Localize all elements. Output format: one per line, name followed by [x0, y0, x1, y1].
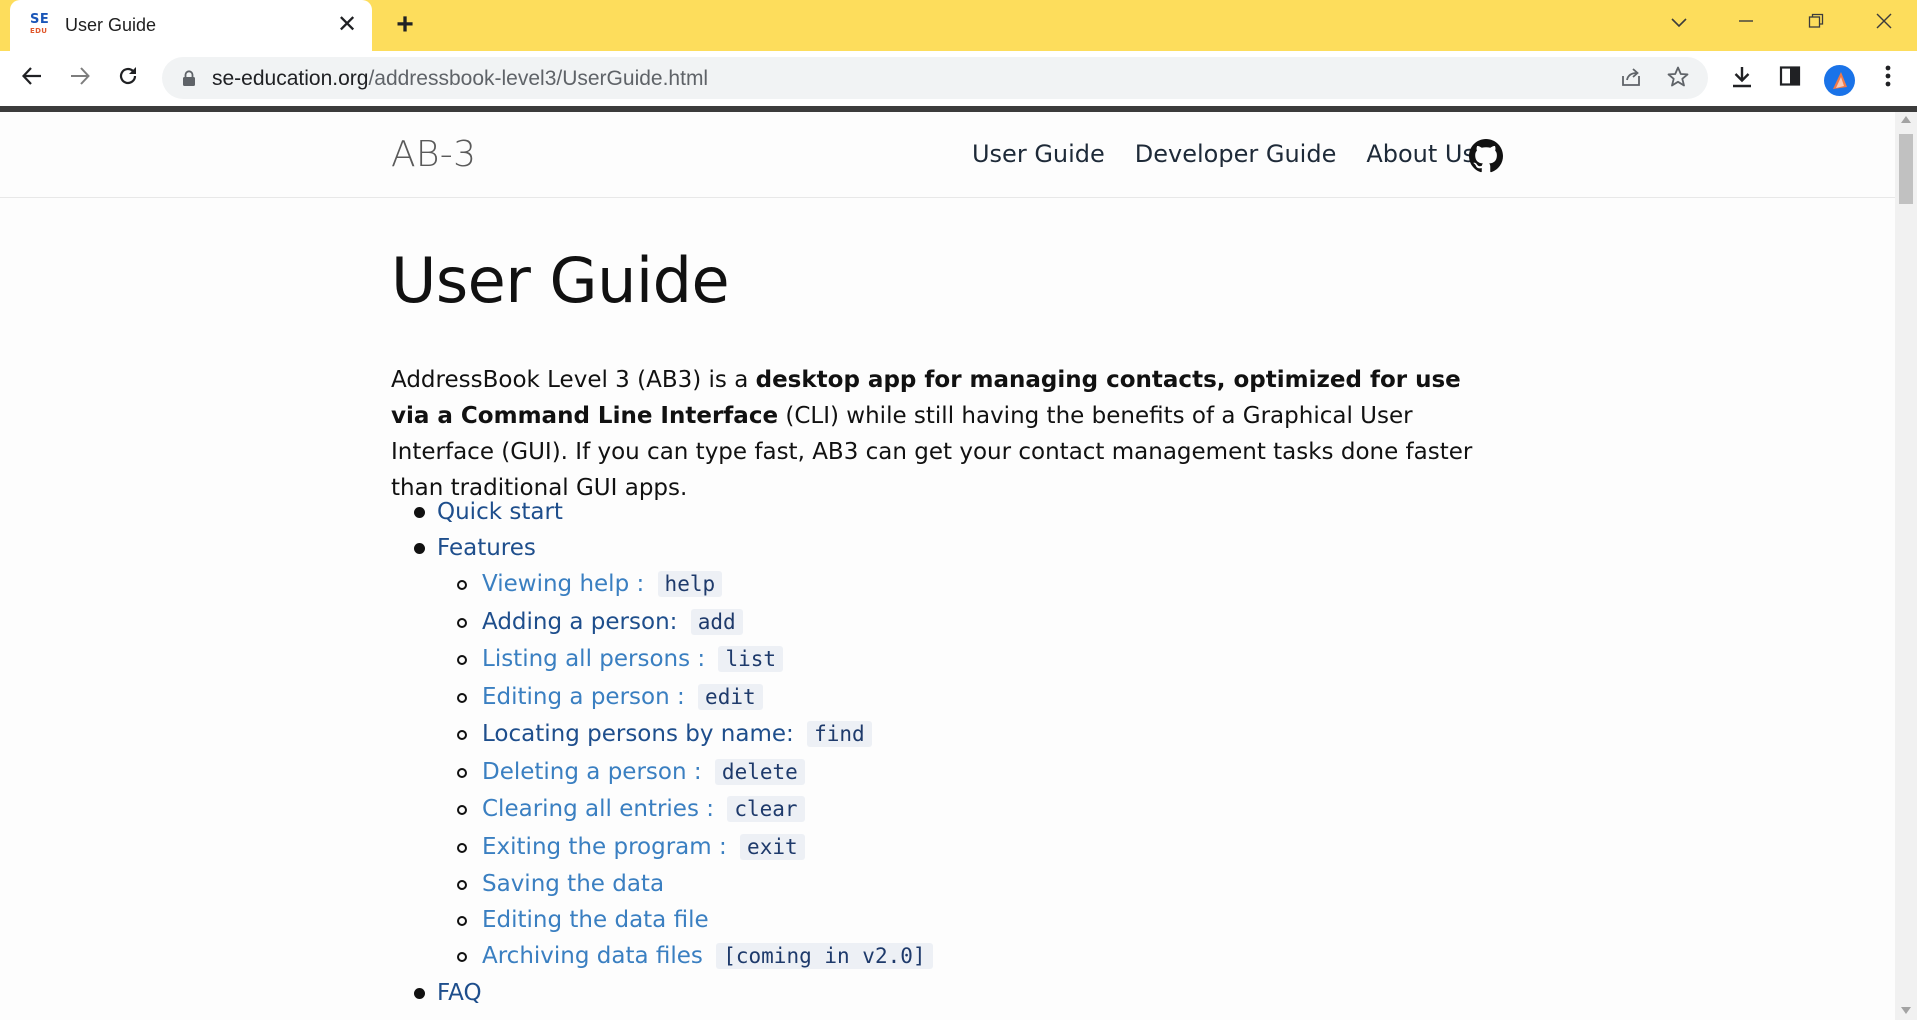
favicon-icon: SE EDU [30, 12, 54, 38]
site-nav: User Guide Developer Guide About Us [972, 140, 1475, 168]
reload-icon[interactable] [113, 64, 143, 94]
close-window-icon[interactable] [1869, 8, 1899, 38]
nav-about-us[interactable]: About Us [1366, 140, 1475, 168]
toc-link-quick-start[interactable]: Quick start [437, 494, 563, 530]
close-tab-icon[interactable]: ✕ [334, 12, 360, 38]
toc-link-locating-persons[interactable]: Locating persons by name: [482, 721, 801, 747]
toc-link-deleting-person[interactable]: Deleting a person : [482, 759, 709, 785]
download-icon[interactable] [1727, 64, 1757, 94]
toc-link-editing-person[interactable]: Editing a person : [482, 684, 692, 710]
profile-avatar[interactable] [1824, 65, 1855, 96]
circle-bullet-icon [457, 693, 467, 703]
share-icon[interactable] [1618, 65, 1644, 91]
circle-bullet-icon [457, 580, 467, 590]
code-list: list [718, 646, 784, 672]
url-path: /addressbook-level3/UserGuide.html [368, 67, 709, 90]
circle-bullet-icon [457, 805, 467, 815]
circle-bullet-icon [457, 618, 467, 628]
page-heading: User Guide [391, 244, 730, 317]
toc-link-clearing-entries[interactable]: Clearing all entries : [482, 796, 721, 822]
bullet-icon [414, 988, 425, 999]
intro-text-1: AddressBook Level 3 (AB3) is a [391, 367, 756, 393]
code-clear: clear [727, 796, 805, 822]
circle-bullet-icon [457, 843, 467, 853]
nav-user-guide[interactable]: User Guide [972, 140, 1105, 168]
code-help: help [657, 571, 723, 597]
url-domain: se-education.org [212, 67, 369, 90]
favicon-text-top: SE [30, 12, 50, 27]
code-coming-v2: [coming in v2.0] [716, 943, 933, 969]
page-viewport: AB-3 User Guide Developer Guide About Us… [0, 112, 1895, 1020]
code-add: add [690, 609, 743, 635]
toc-link-features[interactable]: Features [437, 530, 536, 566]
scroll-thumb[interactable] [1899, 134, 1913, 204]
browser-toolbar: se-education.org/addressbook-level3/User… [0, 51, 1917, 106]
intro-paragraph: AddressBook Level 3 (AB3) is a desktop a… [391, 362, 1501, 506]
code-delete: delete [714, 759, 805, 785]
circle-bullet-icon [457, 880, 467, 890]
lock-icon[interactable] [182, 70, 196, 86]
github-icon[interactable] [1469, 139, 1503, 173]
browser-tab[interactable]: SE EDU User Guide ✕ [10, 0, 372, 51]
toc-link-saving-data[interactable]: Saving the data [482, 866, 664, 902]
toc-link-listing-persons[interactable]: Listing all persons : [482, 646, 712, 672]
toc-link-archiving-data[interactable]: Archiving data files [482, 943, 710, 969]
scroll-down-arrow-icon[interactable] [1901, 1007, 1911, 1014]
favicon-text-bottom: EDU [30, 27, 48, 35]
minimize-icon[interactable] [1731, 8, 1761, 38]
tab-search-icon[interactable] [1664, 8, 1694, 38]
toc-link-adding-person[interactable]: Adding a person: [482, 609, 685, 635]
restore-icon[interactable] [1801, 8, 1831, 38]
forward-icon[interactable] [65, 64, 95, 94]
bookmark-star-icon[interactable] [1665, 65, 1691, 91]
nav-developer-guide[interactable]: Developer Guide [1135, 140, 1337, 168]
side-panel-icon[interactable] [1775, 64, 1805, 94]
back-icon[interactable] [17, 64, 47, 94]
circle-bullet-icon [457, 916, 467, 926]
code-find: find [807, 721, 872, 747]
address-bar[interactable]: se-education.org/addressbook-level3/User… [162, 57, 1708, 99]
bullet-icon [414, 507, 425, 518]
tab-strip: SE EDU User Guide ✕ + [0, 0, 1917, 51]
circle-bullet-icon [457, 655, 467, 665]
scroll-up-arrow-icon[interactable] [1901, 116, 1911, 123]
circle-bullet-icon [457, 730, 467, 740]
code-exit: exit [740, 834, 805, 860]
page-scrollbar[interactable] [1895, 112, 1917, 1020]
url-text[interactable]: se-education.org/addressbook-level3/User… [212, 67, 708, 91]
new-tab-button[interactable]: + [390, 10, 420, 41]
toc-link-exiting-program[interactable]: Exiting the program : [482, 834, 734, 860]
toc-link-editing-data-file[interactable]: Editing the data file [482, 902, 709, 938]
toc-link-faq[interactable]: FAQ [437, 975, 482, 1011]
site-title-link[interactable]: AB-3 [391, 134, 476, 175]
circle-bullet-icon [457, 952, 467, 962]
menu-kebab-icon[interactable] [1873, 64, 1903, 94]
tab-title: User Guide [65, 15, 157, 35]
circle-bullet-icon [457, 768, 467, 778]
site-header: AB-3 User Guide Developer Guide About Us [0, 112, 1895, 198]
bullet-icon [414, 543, 425, 554]
code-edit: edit [698, 684, 763, 710]
toc-link-viewing-help[interactable]: Viewing help : [482, 571, 652, 597]
